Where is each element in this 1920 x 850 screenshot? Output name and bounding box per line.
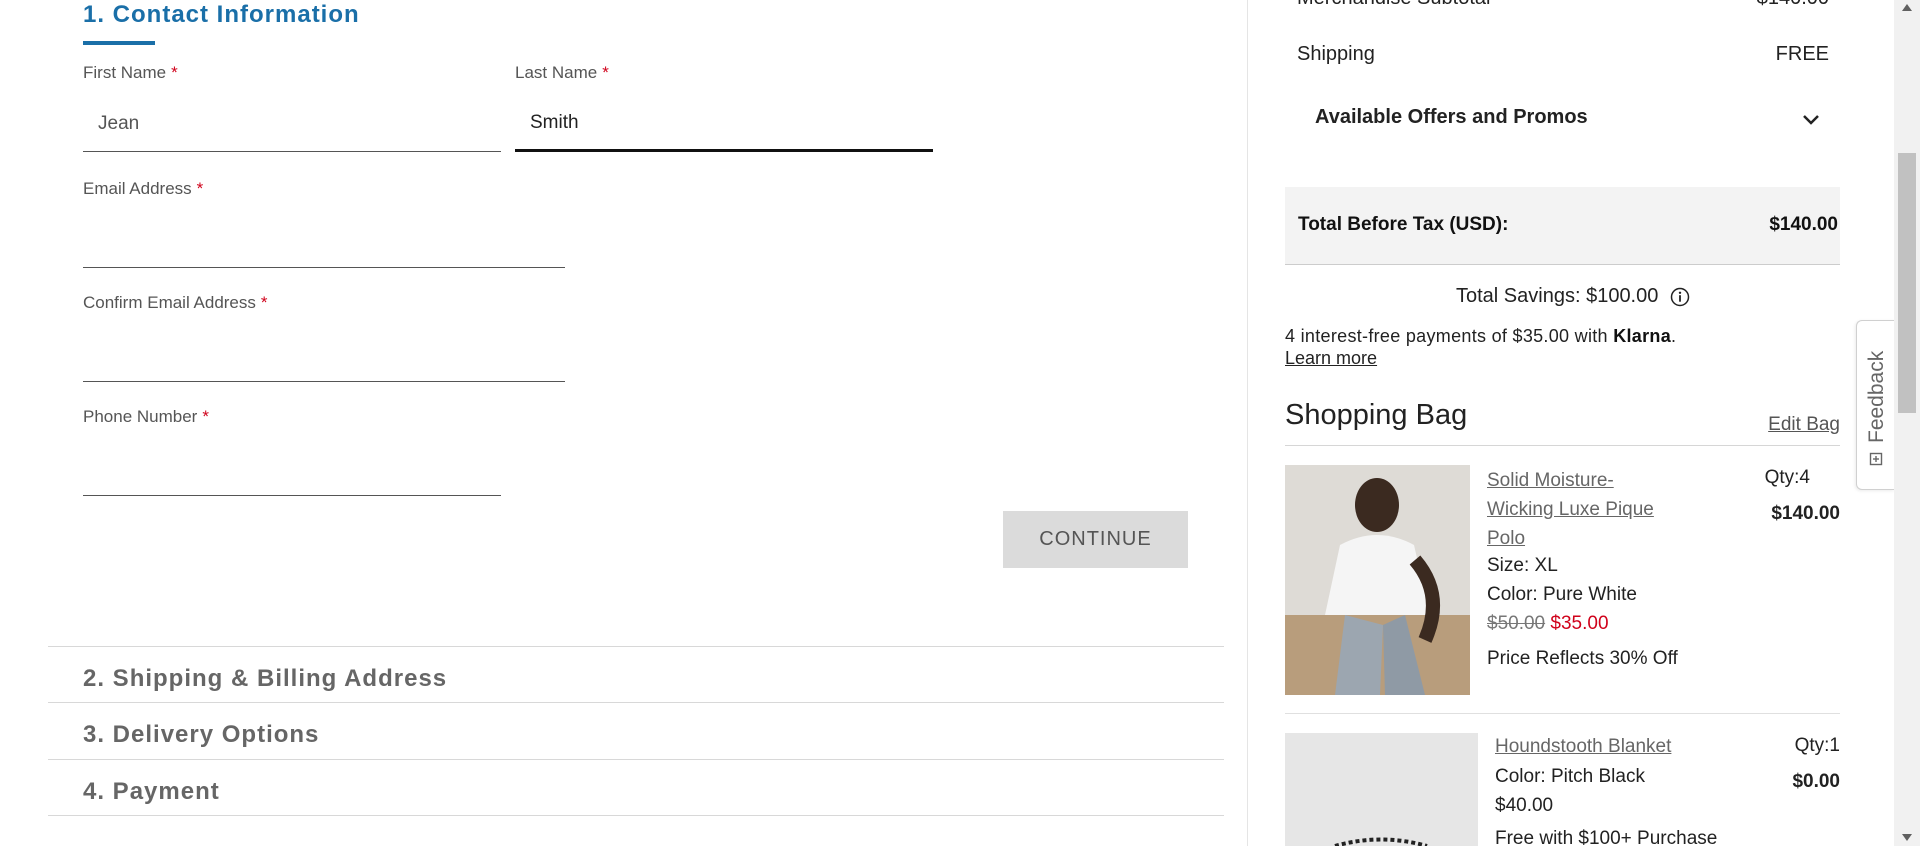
offers-promos-label: Available Offers and Promos bbox=[1315, 106, 1588, 128]
product-name-line[interactable]: Wicking Luxe Pique bbox=[1487, 495, 1654, 524]
shipping-label: Shipping bbox=[1297, 43, 1375, 65]
step-delivery-options[interactable]: 3. Delivery Options bbox=[83, 721, 319, 749]
feedback-label: Feedback bbox=[1865, 350, 1888, 443]
column-divider bbox=[1247, 0, 1248, 846]
section-title-underline bbox=[83, 41, 155, 45]
last-name-label: Last Name * bbox=[515, 63, 609, 83]
confirm-email-label: Confirm Email Address * bbox=[83, 293, 268, 313]
shopping-bag-title: Shopping Bag bbox=[1285, 399, 1468, 431]
blanket-product-name[interactable]: Houndstooth Blanket bbox=[1495, 732, 1671, 761]
learn-more-link[interactable]: Learn more bbox=[1285, 348, 1377, 369]
step-shipping-billing[interactable]: 2. Shipping & Billing Address bbox=[83, 665, 447, 693]
blanket-promo: Free with $100+ Purchase bbox=[1495, 828, 1718, 849]
phone-label: Phone Number * bbox=[83, 407, 209, 427]
subtotal-label: Merchandise Subtotal bbox=[1297, 0, 1490, 10]
blanket-color: Color: Pitch Black bbox=[1495, 766, 1645, 787]
vertical-scrollbar[interactable] bbox=[1894, 0, 1920, 846]
last-name-input[interactable] bbox=[515, 96, 933, 152]
total-before-tax-box: Total Before Tax (USD): $140.00 bbox=[1285, 187, 1840, 265]
polo-product-image[interactable] bbox=[1285, 465, 1470, 695]
polo-promo: Price Reflects 30% Off bbox=[1487, 648, 1678, 669]
email-label: Email Address * bbox=[83, 179, 203, 199]
polo-product-name[interactable]: Solid Moisture- Wicking Luxe Pique Polo bbox=[1487, 466, 1654, 553]
total-savings: Total Savings: $100.00 bbox=[1456, 285, 1690, 308]
product-name-line[interactable]: Solid Moisture- bbox=[1487, 466, 1654, 495]
edit-bag-link[interactable]: Edit Bag bbox=[1768, 414, 1840, 436]
scrollbar-thumb[interactable] bbox=[1898, 153, 1916, 413]
required-marker: * bbox=[602, 63, 609, 82]
feedback-icon bbox=[1869, 452, 1883, 466]
section-divider bbox=[48, 759, 1224, 760]
polo-size: Size: XL bbox=[1487, 555, 1558, 576]
phone-input[interactable] bbox=[83, 440, 501, 496]
offers-promos-toggle[interactable]: Available Offers and Promos bbox=[1310, 100, 1830, 140]
klarna-text: 4 interest-free payments of $35.00 with bbox=[1285, 326, 1608, 346]
item-divider bbox=[1285, 713, 1840, 714]
scroll-up-arrow-icon[interactable] bbox=[1902, 4, 1912, 11]
continue-button[interactable]: CONTINUE bbox=[1003, 511, 1188, 568]
klarna-logo: Klarna bbox=[1613, 326, 1672, 346]
polo-color: Color: Pure White bbox=[1487, 584, 1637, 605]
first-name-label: First Name * bbox=[83, 63, 178, 83]
polo-qty: Qty:4 bbox=[1764, 467, 1810, 488]
first-name-label-text: First Name bbox=[83, 63, 167, 82]
required-marker: * bbox=[196, 179, 204, 198]
section-divider bbox=[48, 702, 1224, 703]
scroll-down-arrow-icon[interactable] bbox=[1902, 834, 1912, 841]
klarna-period: . bbox=[1671, 326, 1677, 346]
total-label: Total Before Tax (USD): bbox=[1298, 214, 1509, 235]
blanket-line-total: $0.00 bbox=[1792, 771, 1840, 792]
original-price: $50.00 bbox=[1487, 613, 1546, 634]
last-name-label-text: Last Name bbox=[515, 63, 598, 82]
subtotal-value: $140.00 bbox=[1757, 0, 1829, 10]
polo-price: $50.00 $35.00 bbox=[1487, 613, 1609, 635]
section-divider bbox=[48, 646, 1224, 647]
phone-label-text: Phone Number bbox=[83, 407, 198, 426]
required-marker: * bbox=[202, 407, 209, 426]
total-value: $140.00 bbox=[1769, 214, 1838, 235]
confirm-email-input[interactable] bbox=[83, 326, 565, 382]
first-name-input[interactable] bbox=[83, 96, 501, 152]
info-icon[interactable] bbox=[1670, 287, 1690, 307]
klarna-message: 4 interest-free payments of $35.00 with … bbox=[1285, 326, 1676, 347]
confirm-email-label-text: Confirm Email Address bbox=[83, 293, 256, 312]
email-label-text: Email Address bbox=[83, 179, 192, 198]
bag-divider bbox=[1285, 445, 1840, 446]
section-divider bbox=[48, 815, 1224, 816]
required-marker: * bbox=[260, 293, 268, 312]
shipping-value: FREE bbox=[1775, 43, 1829, 65]
blanket-product-image[interactable] bbox=[1285, 733, 1478, 846]
sale-price: $35.00 bbox=[1550, 613, 1609, 634]
email-input[interactable] bbox=[83, 212, 565, 268]
contact-section-title: 1. Contact Information bbox=[83, 1, 360, 28]
total-savings-text: Total Savings: $100.00 bbox=[1456, 285, 1659, 307]
polo-line-total: $140.00 bbox=[1771, 503, 1840, 524]
required-marker: * bbox=[171, 63, 178, 82]
step-payment[interactable]: 4. Payment bbox=[83, 778, 220, 806]
feedback-tab[interactable]: Feedback bbox=[1856, 320, 1895, 490]
chevron-down-icon bbox=[1803, 115, 1819, 125]
blanket-price: $40.00 bbox=[1495, 795, 1554, 816]
blanket-qty: Qty:1 bbox=[1794, 735, 1840, 756]
product-name-line[interactable]: Polo bbox=[1487, 524, 1654, 553]
